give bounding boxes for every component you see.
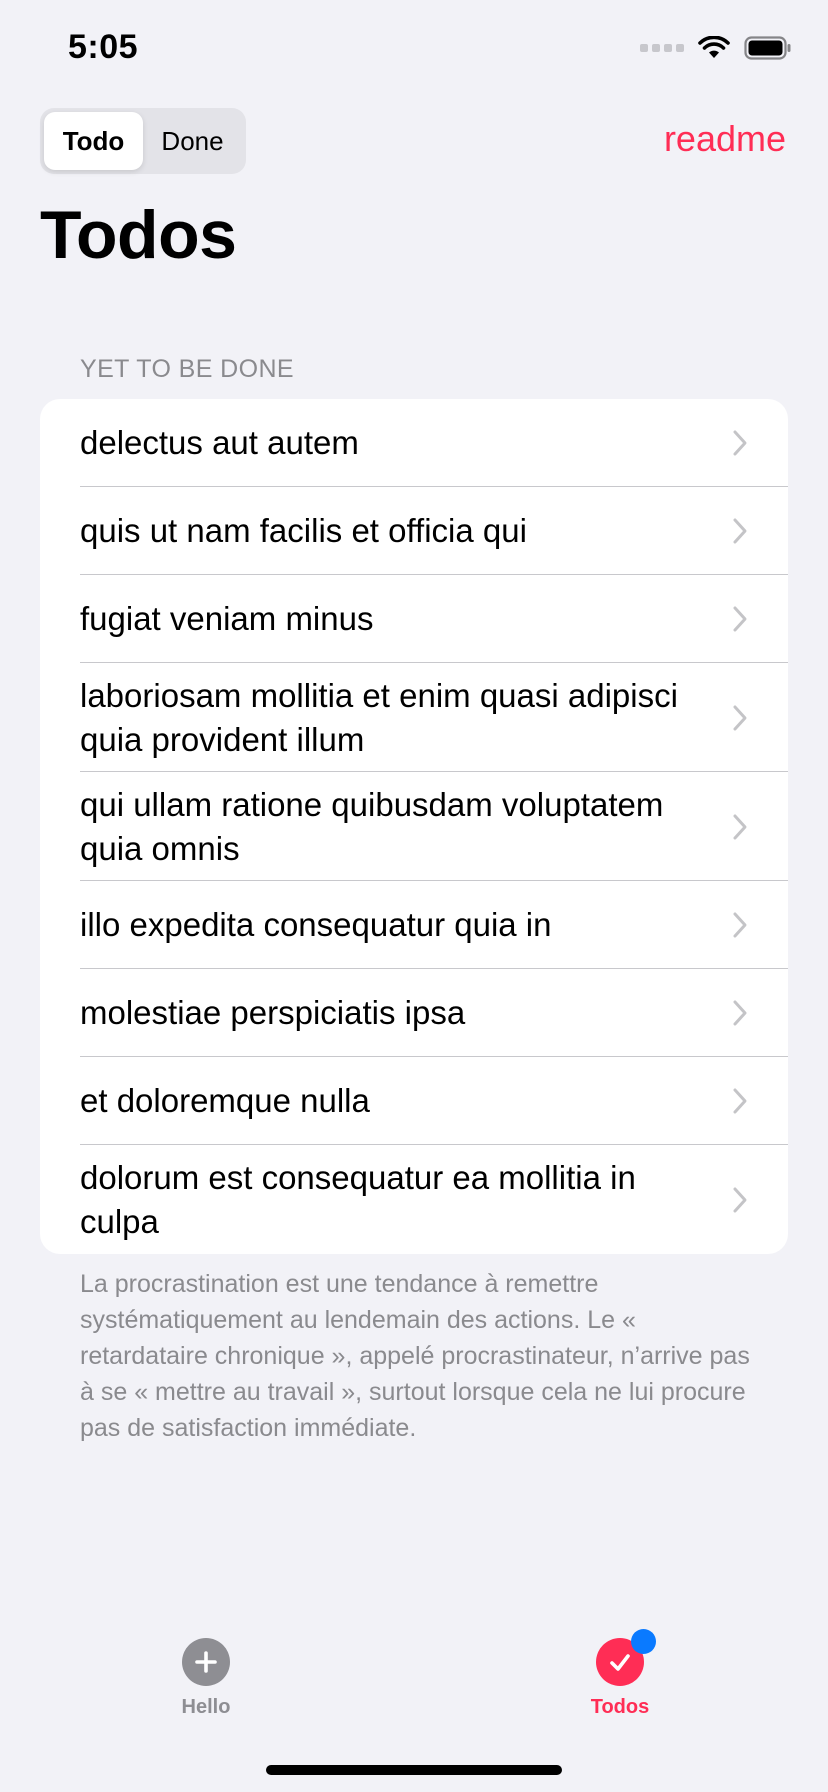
tab-label: Hello bbox=[181, 1696, 231, 1718]
list-item-label: et doloremque nulla bbox=[80, 1082, 370, 1119]
list-item[interactable]: laboriosam mollitia et enim quasi adipis… bbox=[40, 663, 788, 772]
list-item-label: laboriosam mollitia et enim quasi adipis… bbox=[80, 676, 678, 758]
list-item-label: delectus aut autem bbox=[80, 424, 359, 461]
list-item[interactable]: illo expedita consequatur quia in bbox=[40, 881, 788, 969]
list-item-label: fugiat veniam minus bbox=[80, 600, 374, 637]
chevron-right-icon bbox=[733, 430, 747, 456]
section-header: YET TO BE DONE bbox=[80, 355, 294, 383]
list-item[interactable]: delectus aut autem bbox=[40, 399, 788, 487]
chevron-right-icon bbox=[733, 705, 747, 730]
status-bar: 5:05 bbox=[0, 0, 828, 100]
tab-hello[interactable]: Hello bbox=[126, 1638, 286, 1719]
list-item[interactable]: qui ullam ratione quibusdam voluptatem q… bbox=[40, 772, 788, 881]
list-item-label: dolorum est consequatur ea mollitia in c… bbox=[80, 1158, 636, 1240]
chevron-right-icon bbox=[733, 912, 747, 938]
chevron-right-icon bbox=[733, 1000, 747, 1026]
chevron-right-icon bbox=[733, 606, 747, 632]
plus-circle-icon bbox=[182, 1638, 230, 1686]
list-item[interactable]: fugiat veniam minus bbox=[40, 575, 788, 663]
home-indicator[interactable] bbox=[266, 1765, 562, 1775]
list-item-label: illo expedita consequatur quia in bbox=[80, 906, 552, 943]
chevron-right-icon bbox=[733, 1088, 747, 1114]
list-item[interactable]: dolorum est consequatur ea mollitia in c… bbox=[40, 1145, 788, 1254]
todo-list: delectus aut autem quis ut nam facilis e… bbox=[40, 399, 788, 1254]
tab-label: Todos bbox=[590, 1696, 650, 1718]
notification-badge bbox=[631, 1629, 656, 1654]
chevron-right-icon bbox=[733, 518, 747, 544]
status-time: 5:05 bbox=[68, 28, 139, 66]
list-item-label: molestiae perspiciatis ipsa bbox=[80, 994, 466, 1031]
chevron-right-icon bbox=[733, 814, 747, 839]
checkmark-circle-icon bbox=[596, 1629, 656, 1686]
todo-done-segmented-control[interactable]: Todo Done bbox=[40, 108, 246, 174]
segment-todo[interactable]: Todo bbox=[44, 112, 143, 170]
readme-button[interactable]: readme bbox=[664, 118, 786, 160]
section-footer: La procrastination est une tendance à re… bbox=[80, 1270, 750, 1442]
page-title: Todos bbox=[40, 197, 237, 273]
status-icons bbox=[640, 36, 792, 60]
list-item[interactable]: quis ut nam facilis et officia qui bbox=[40, 487, 788, 575]
chevron-right-icon bbox=[733, 1187, 747, 1212]
list-item-label: qui ullam ratione quibusdam voluptatem q… bbox=[80, 785, 664, 867]
list-item[interactable]: et doloremque nulla bbox=[40, 1057, 788, 1145]
cellular-signal-icon bbox=[640, 44, 684, 52]
list-item-label: quis ut nam facilis et officia qui bbox=[80, 512, 527, 549]
segment-done[interactable]: Done bbox=[143, 112, 242, 170]
battery-icon bbox=[744, 36, 792, 60]
list-item[interactable]: molestiae perspiciatis ipsa bbox=[40, 969, 788, 1057]
wifi-icon bbox=[698, 36, 730, 60]
tab-todos[interactable]: Todos bbox=[540, 1629, 700, 1719]
